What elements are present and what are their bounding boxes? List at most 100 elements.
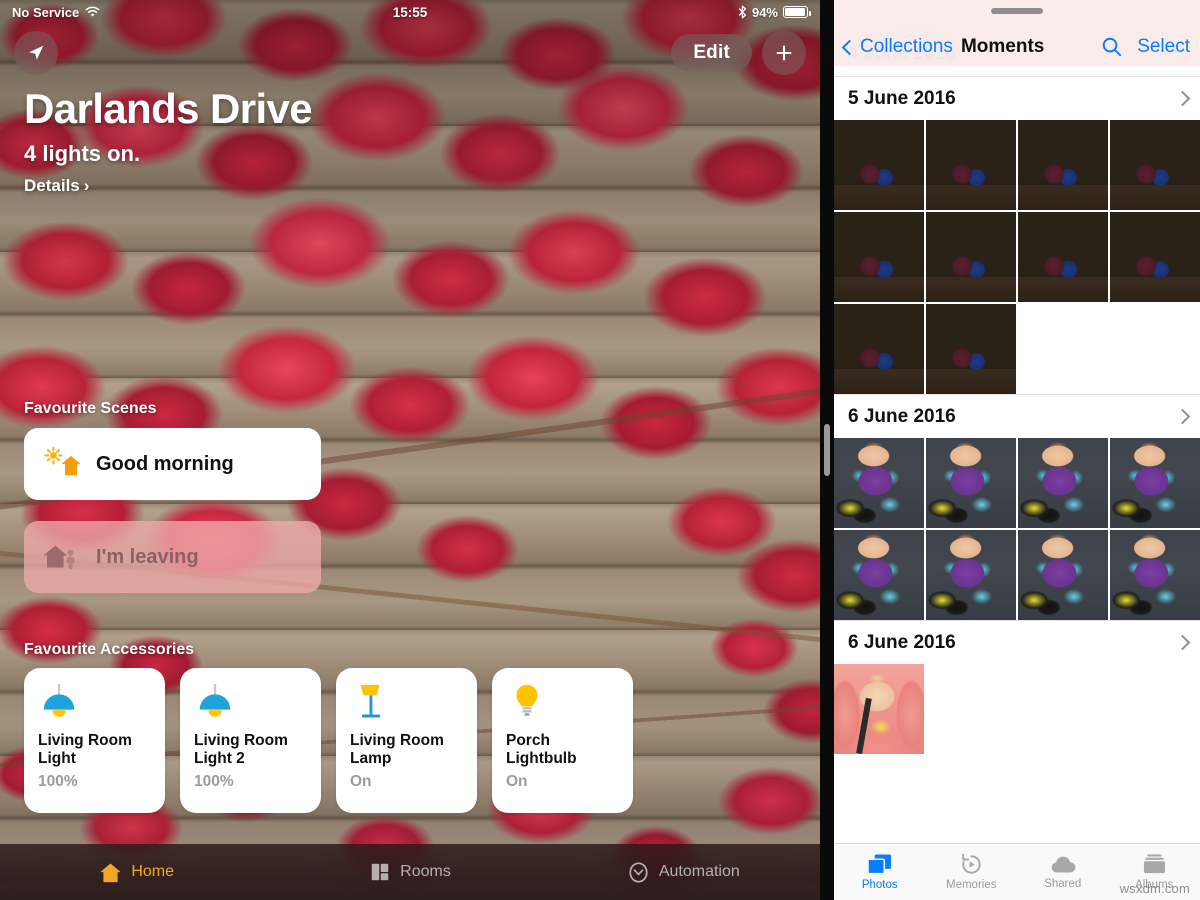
accessory-status: On xyxy=(350,773,464,791)
date-label: 6 June 2016 xyxy=(848,632,956,654)
scene-name: I'm leaving xyxy=(96,546,199,569)
photo-thumbnail[interactable] xyxy=(834,530,924,620)
plus-icon xyxy=(773,42,795,64)
scroll-indicator[interactable] xyxy=(824,424,830,476)
accessory-card-living-room-light[interactable]: Living Room Light 100% xyxy=(24,668,165,813)
photo-thumbnail[interactable] xyxy=(834,120,924,210)
clock-icon xyxy=(627,861,650,884)
photo-thumbnail[interactable] xyxy=(926,120,1016,210)
photo-image xyxy=(834,664,924,754)
photo-thumbnail[interactable] xyxy=(1018,212,1108,302)
back-to-collections-button[interactable]: Collections xyxy=(842,36,953,58)
tab-label: Rooms xyxy=(400,863,451,881)
accessory-status: 100% xyxy=(38,773,152,791)
split-view-divider[interactable] xyxy=(820,0,834,900)
house-icon xyxy=(99,861,122,884)
bluetooth-icon xyxy=(738,5,747,19)
home-header: Darlands Drive 4 lights on. Details › xyxy=(24,86,312,196)
photo-thumbnail[interactable] xyxy=(1110,438,1200,528)
tab-photos[interactable]: Photos xyxy=(834,853,926,891)
photo-image xyxy=(1018,212,1108,302)
memories-icon xyxy=(959,853,984,876)
status-bar-right: 94% xyxy=(738,5,808,20)
photo-image xyxy=(834,212,924,302)
photo-image xyxy=(1018,120,1108,210)
photo-thumbnail[interactable] xyxy=(1110,530,1200,620)
photo-image xyxy=(834,120,924,210)
tab-shared[interactable]: Shared xyxy=(1017,854,1109,890)
photo-image xyxy=(834,438,924,528)
photo-thumbnail[interactable] xyxy=(926,530,1016,620)
home-top-bar: Edit xyxy=(0,30,820,76)
accessory-status: On xyxy=(506,773,620,791)
tab-label: Memories xyxy=(946,879,996,891)
photo-thumbnail[interactable] xyxy=(834,664,924,754)
date-row[interactable]: 6 June 2016 xyxy=(834,620,1200,664)
floor-lamp-icon xyxy=(350,682,392,724)
photo-image xyxy=(1110,530,1200,620)
tab-home[interactable]: Home xyxy=(0,861,273,884)
battery-icon xyxy=(783,6,808,18)
search-icon[interactable] xyxy=(1100,35,1123,58)
edit-button[interactable]: Edit xyxy=(671,34,752,72)
date-label: 6 June 2016 xyxy=(848,406,956,428)
back-label: Collections xyxy=(860,36,953,58)
photo-thumbnail[interactable] xyxy=(834,438,924,528)
photo-thumbnail[interactable] xyxy=(926,304,1016,394)
scene-card-good-morning[interactable]: Good morning xyxy=(24,428,321,500)
photo-thumbnail[interactable] xyxy=(834,212,924,302)
tab-label: Shared xyxy=(1044,878,1081,890)
accessory-card-living-room-lamp[interactable]: Living Room Lamp On xyxy=(336,668,477,813)
photo-image xyxy=(1018,530,1108,620)
pendant-lamp-icon xyxy=(194,682,236,724)
photo-thumbnail[interactable] xyxy=(1018,120,1108,210)
photos-icon xyxy=(866,853,893,876)
tab-rooms[interactable]: Rooms xyxy=(273,861,546,883)
photo-thumbnail[interactable] xyxy=(1110,212,1200,302)
location-arrow-icon xyxy=(25,42,47,64)
accessory-status: 100% xyxy=(194,773,308,791)
photo-thumbnail[interactable] xyxy=(1110,120,1200,210)
photo-image xyxy=(1110,120,1200,210)
photo-grid xyxy=(834,120,1200,394)
photo-thumbnail[interactable] xyxy=(1018,438,1108,528)
photo-grid xyxy=(834,438,1200,620)
details-label: Details xyxy=(24,176,80,196)
ios-status-bar: No Service 15:55 94% xyxy=(0,0,820,24)
photo-grid xyxy=(834,664,1200,754)
favourite-accessories-label: Favourite Accessories xyxy=(24,641,194,659)
photo-thumbnail[interactable] xyxy=(1018,530,1108,620)
slide-over-grabber[interactable] xyxy=(991,8,1043,14)
accessory-icon-wrap xyxy=(38,682,152,726)
tab-label: Photos xyxy=(862,879,898,891)
accessory-name: Living Room Lamp xyxy=(350,732,464,768)
accessory-card-porch-lightbulb[interactable]: Porch Lightbulb On xyxy=(492,668,633,813)
photos-scroll-area[interactable]: 4 June 20165 June 20166 June 20166 June … xyxy=(834,0,1200,843)
date-row[interactable]: 6 June 2016 xyxy=(834,394,1200,438)
home-top-right-actions: Edit xyxy=(671,31,806,75)
add-button[interactable] xyxy=(762,31,806,75)
tab-memories[interactable]: Memories xyxy=(926,853,1018,891)
accessory-card-living-room-light-2[interactable]: Living Room Light 2 100% xyxy=(180,668,321,813)
photo-thumbnail[interactable] xyxy=(834,304,924,394)
photo-image xyxy=(1018,438,1108,528)
photo-image xyxy=(926,438,1016,528)
moments-list: 4 June 20165 June 20166 June 20166 June … xyxy=(834,54,1200,754)
accessory-name: Living Room Light 2 xyxy=(194,732,308,768)
date-label: 5 June 2016 xyxy=(848,88,956,110)
status-bar-time: 15:55 xyxy=(0,5,820,20)
tab-automation[interactable]: Automation xyxy=(547,861,820,884)
details-chevron-icon: › xyxy=(84,176,90,196)
photos-nav-title: Moments xyxy=(961,36,1044,58)
photo-image xyxy=(834,530,924,620)
details-link[interactable]: Details › xyxy=(24,176,89,196)
photo-thumbnail[interactable] xyxy=(926,438,1016,528)
location-button[interactable] xyxy=(14,31,58,75)
scene-card-im-leaving[interactable]: I'm leaving xyxy=(24,521,321,593)
favourite-accessories-list: Living Room Light 100% Living Room Light… xyxy=(24,668,633,813)
select-button[interactable]: Select xyxy=(1137,36,1190,58)
chevron-right-icon xyxy=(1175,635,1191,651)
home-app-pane: No Service 15:55 94% xyxy=(0,0,820,900)
date-row[interactable]: 5 June 2016 xyxy=(834,76,1200,120)
photo-thumbnail[interactable] xyxy=(926,212,1016,302)
